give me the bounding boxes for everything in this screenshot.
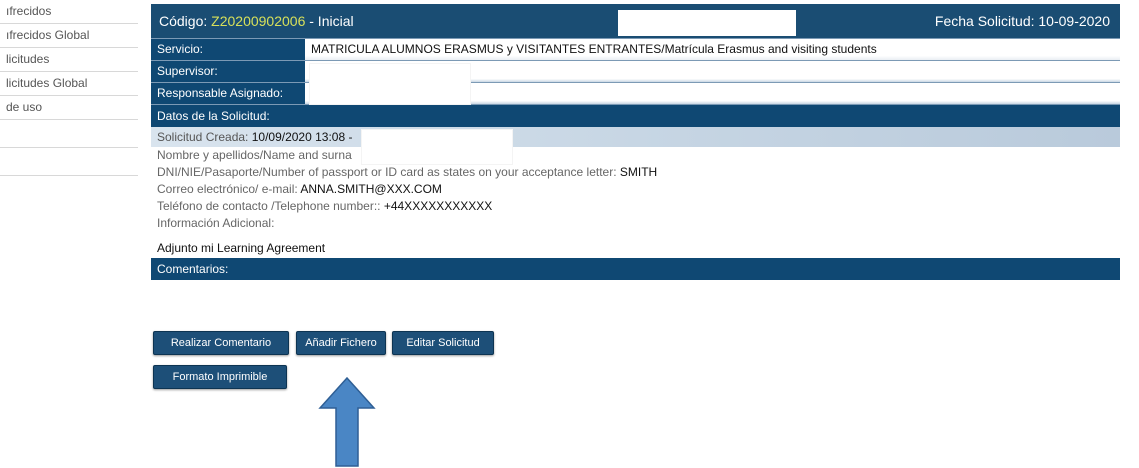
phone-line: Teléfono de contacto /Telephone number::… xyxy=(151,198,1120,215)
servicio-value: MATRICULA ALUMNOS ERASMUS y VISITANTES E… xyxy=(305,39,1120,60)
code-label: Código: xyxy=(159,13,212,29)
sidebar-item-empty xyxy=(0,148,138,176)
sidebar-item-empty xyxy=(0,120,138,148)
request-header: Código: Z20200902006 - Inicial Fecha Sol… xyxy=(151,4,1120,38)
adjunto-text: Adjunto mi Learning Agreement xyxy=(157,241,326,255)
request-panel: Código: Z20200902006 - Inicial Fecha Sol… xyxy=(151,4,1120,280)
datos-header: Datos de la Solicitud: xyxy=(151,104,1120,127)
sidebar: ıfrecidos ıfrecidos Global licitudes lic… xyxy=(0,0,138,176)
redacted-box xyxy=(309,63,471,105)
phone-value: +44XXXXXXXXXXX xyxy=(383,199,493,213)
info-label: Información Adicional: xyxy=(157,216,275,230)
sidebar-item-ofrecidos[interactable]: ıfrecidos xyxy=(0,0,138,24)
sidebar-item-solicitudes[interactable]: licitudes xyxy=(0,48,138,72)
dni-value: SMITH xyxy=(619,165,658,179)
responsable-label: Responsable Asignado: xyxy=(157,86,284,100)
created-value: 10/09/2020 13:08 - xyxy=(251,130,353,144)
email-label: Correo electrónico/ e-mail: xyxy=(157,182,301,196)
sidebar-item-solicitudes-global[interactable]: licitudes Global xyxy=(0,72,138,96)
request-status: - Inicial xyxy=(305,13,354,29)
email-value: ANNA.SMITH@XXX.COM xyxy=(300,182,442,196)
supervisor-label: Supervisor: xyxy=(157,64,218,78)
request-date: Fecha Solicitud: 10-09-2020 xyxy=(934,13,1110,29)
info-line: Información Adicional: xyxy=(151,215,1120,232)
editar-solicitud-button[interactable]: Editar Solicitud xyxy=(392,331,494,355)
redacted-box xyxy=(618,10,796,36)
phone-label: Teléfono de contacto /Telephone number:: xyxy=(157,199,384,213)
name-label: Nombre y apellidos/Name and surna xyxy=(157,148,352,162)
formato-imprimible-button[interactable]: Formato Imprimible xyxy=(153,365,287,389)
dni-line: DNI/NIE/Pasaporte/Number of passport or … xyxy=(151,164,1120,181)
supervisor-row: Supervisor: xyxy=(151,60,1120,82)
dni-label: DNI/NIE/Pasaporte/Number of passport or … xyxy=(157,165,620,179)
realizar-comentario-button[interactable]: Realizar Comentario xyxy=(153,331,289,355)
responsable-row: Responsable Asignado: xyxy=(151,63,1120,105)
email-line: Correo electrónico/ e-mail: ANNA.SMITH@X… xyxy=(151,181,1120,198)
up-arrow-icon xyxy=(318,376,376,467)
sidebar-item-ofrecidos-global[interactable]: ıfrecidos Global xyxy=(0,24,138,48)
servicio-row: Servicio: MATRICULA ALUMNOS ERASMUS y VI… xyxy=(151,38,1120,60)
sidebar-item-condiciones-uso[interactable]: de uso xyxy=(0,96,138,120)
servicio-label: Servicio: xyxy=(157,42,204,56)
comentarios-header: Comentarios: xyxy=(151,258,1120,280)
request-code: Código: Z20200902006 - Inicial xyxy=(159,4,354,38)
name-line: Nombre y apellidos/Name and surna xyxy=(151,147,1120,164)
solicitud-creada: Solicitud Creada: 10/09/2020 13:08 - xyxy=(151,127,1120,165)
code-value: Z20200902006 xyxy=(211,13,306,29)
anadir-fichero-button[interactable]: Añadir Fichero xyxy=(296,331,386,355)
created-label: Solicitud Creada: xyxy=(157,130,252,144)
